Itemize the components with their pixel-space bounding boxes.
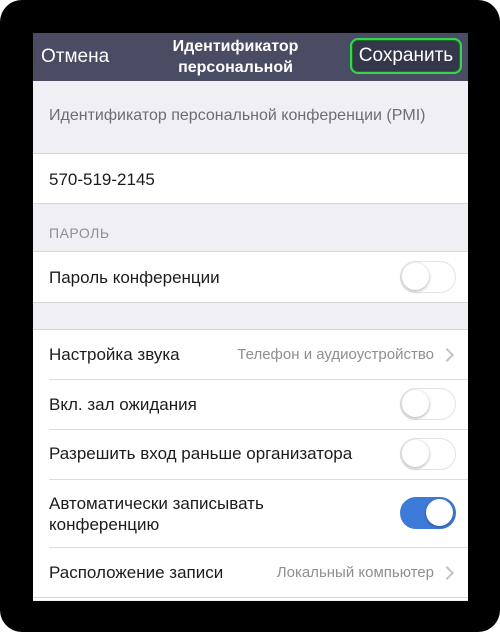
- toggle-knob: [402, 440, 429, 467]
- pmi-row: 570-519-2145: [33, 154, 468, 203]
- record-location-value: Локальный компьютер: [276, 564, 434, 581]
- audio-settings-row[interactable]: Настройка звука Телефон и аудиоустройств…: [33, 330, 468, 379]
- chevron-right-icon: [439, 347, 455, 363]
- options-group: Настройка звука Телефон и аудиоустройств…: [33, 330, 468, 600]
- conference-password-label: Пароль конференции: [49, 268, 220, 287]
- waiting-room-label: Вкл. зал ожидания: [49, 395, 197, 414]
- divider: [33, 203, 468, 204]
- waiting-room-toggle[interactable]: [400, 388, 456, 420]
- join-before-host-row[interactable]: Разрешить вход раньше организатора: [33, 430, 468, 479]
- password-section-label: ПАРОЛЬ: [49, 225, 110, 241]
- audio-settings-label: Настройка звука: [49, 345, 180, 364]
- navigation-bar: Отмена Идентификатор персональной конфер…: [33, 33, 468, 81]
- auto-record-label: Автоматически записывать конференцию: [49, 494, 264, 534]
- chevron-right-icon: [439, 565, 455, 581]
- divider: [33, 597, 468, 598]
- page-title: Идентификатор персональной конференции: [172, 38, 299, 76]
- auto-record-toggle[interactable]: [400, 497, 456, 529]
- auto-record-row[interactable]: Автоматически записывать конференцию: [33, 480, 468, 547]
- audio-settings-value: Телефон и аудиоустройство: [237, 346, 434, 363]
- pmi-section-label: Идентификатор персональной конференции (…: [49, 107, 426, 124]
- toggle-knob: [402, 263, 429, 290]
- save-button[interactable]: Сохранить: [350, 38, 462, 74]
- conference-password-row[interactable]: Пароль конференции: [33, 252, 468, 302]
- settings-screen: Отмена Идентификатор персональной конфер…: [33, 33, 468, 601]
- waiting-room-row[interactable]: Вкл. зал ожидания: [33, 380, 468, 429]
- record-location-row[interactable]: Расположение записи Локальный компьютер: [33, 548, 468, 597]
- conference-password-toggle[interactable]: [400, 261, 456, 293]
- toggle-knob: [402, 390, 429, 417]
- join-before-host-label: Разрешить вход раньше организатора: [49, 444, 353, 463]
- divider: [33, 302, 468, 303]
- join-before-host-toggle[interactable]: [400, 438, 456, 470]
- device-frame: Отмена Идентификатор персональной конфер…: [0, 0, 500, 632]
- record-location-label: Расположение записи: [49, 563, 224, 582]
- cancel-button[interactable]: Отмена: [41, 46, 109, 68]
- pmi-value: 570-519-2145: [49, 170, 155, 189]
- toggle-knob: [426, 499, 453, 526]
